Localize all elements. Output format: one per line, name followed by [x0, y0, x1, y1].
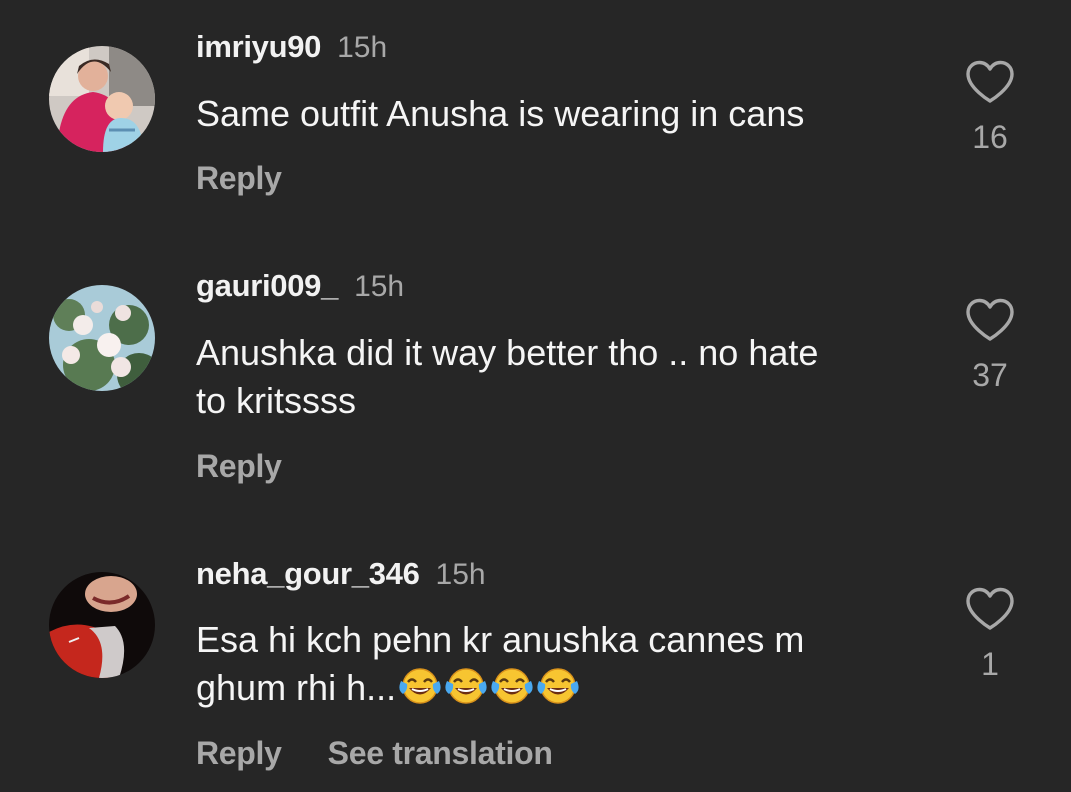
face-with-tears-of-joy-icon	[398, 666, 442, 706]
comment-actions: Reply See translation	[196, 735, 553, 778]
like-count: 37	[972, 357, 1008, 393]
username[interactable]: neha_gour_346	[196, 556, 420, 591]
comment-text-line: Esa hi kch pehn kr anushka cannes m	[196, 619, 805, 660]
comment-text: Same outfit Anusha is wearing in cans	[196, 90, 936, 138]
username[interactable]: imriyu90	[196, 29, 321, 64]
like-count: 1	[981, 646, 999, 682]
like-control: 1	[962, 587, 1018, 681]
timestamp: 15h	[435, 558, 486, 591]
reply-button[interactable]: Reply	[196, 448, 282, 484]
avatar[interactable]	[49, 285, 155, 391]
comment-text: Anushka did it way better tho .. no hate…	[196, 329, 936, 425]
emoji-group	[396, 667, 580, 708]
comment-text-line: to kritssss	[196, 380, 357, 421]
comment-text-line-with-emoji: ghum rhi h...	[196, 664, 936, 712]
comment-actions: Reply	[196, 160, 282, 203]
like-control: 37	[962, 298, 1018, 392]
comment-meta: gauri009_ 15h	[196, 268, 405, 303]
username[interactable]: gauri009_	[196, 268, 338, 303]
comment-text: Esa hi kch pehn kr anushka cannes m ghum…	[196, 616, 936, 712]
face-with-tears-of-joy-icon	[444, 666, 488, 706]
avatar[interactable]	[49, 46, 155, 152]
heart-outline-icon[interactable]	[965, 60, 1015, 104]
timestamp: 15h	[354, 270, 405, 303]
reply-button[interactable]: Reply	[196, 160, 282, 196]
comment-text-line: ghum rhi h...	[196, 667, 397, 708]
timestamp: 15h	[337, 31, 388, 64]
face-with-tears-of-joy-icon	[490, 666, 534, 706]
heart-outline-icon[interactable]	[965, 298, 1015, 342]
see-translation-button[interactable]: See translation	[328, 735, 553, 771]
comments-list: imriyu90 15h Same outfit Anusha is wearin…	[0, 0, 1071, 792]
comment-meta: neha_gour_346 15h	[196, 556, 486, 591]
comment-text-line: Anushka did it way better tho .. no hate	[196, 332, 819, 373]
reply-button[interactable]: Reply	[196, 735, 282, 771]
like-count: 16	[972, 119, 1008, 155]
comment-text-line: Same outfit Anusha is wearing in cans	[196, 93, 805, 134]
heart-outline-icon[interactable]	[965, 587, 1015, 631]
comment-actions: Reply	[196, 448, 282, 491]
like-control: 16	[962, 60, 1018, 154]
avatar[interactable]	[49, 572, 155, 678]
comment-meta: imriyu90 15h	[196, 29, 388, 64]
face-with-tears-of-joy-icon	[536, 666, 580, 706]
